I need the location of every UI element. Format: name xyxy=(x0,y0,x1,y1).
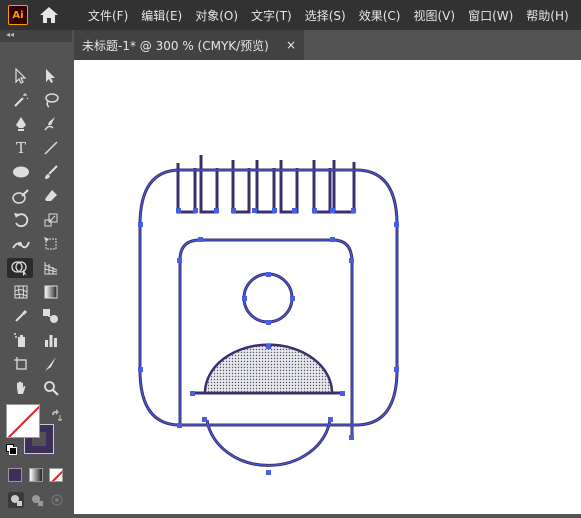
menu-effect[interactable]: 效果(C) xyxy=(359,7,401,24)
document-tab-bar: 未标题-1* @ 300 % (CMYK/预览) × xyxy=(74,30,581,60)
menu-view[interactable]: 视图(V) xyxy=(413,7,455,24)
gradient-tool-icon[interactable] xyxy=(38,282,64,302)
hand-tool-icon[interactable] xyxy=(8,378,34,398)
bottom-arc-path[interactable] xyxy=(205,419,332,467)
eraser-tool-icon[interactable] xyxy=(38,186,64,206)
slice-tool-icon[interactable] xyxy=(38,354,64,374)
width-tool-icon[interactable] xyxy=(8,234,34,254)
artwork[interactable] xyxy=(74,60,581,514)
shoulders-shape[interactable] xyxy=(203,343,334,395)
rotate-tool-icon[interactable] xyxy=(8,210,34,230)
comb-teeth-path[interactable] xyxy=(176,155,356,214)
app-logo: Ai xyxy=(8,5,28,25)
perspective-grid-tool-icon[interactable] xyxy=(38,258,64,278)
artboard-tool-icon[interactable] xyxy=(8,354,34,374)
menu-help[interactable]: 帮助(H) xyxy=(526,7,568,24)
selection-tool-icon[interactable] xyxy=(8,66,34,86)
home-icon[interactable] xyxy=(38,5,60,25)
fill-stroke-controls xyxy=(0,404,72,514)
magic-wand-tool-icon[interactable] xyxy=(8,90,34,110)
document-tab-title: 未标题-1* @ 300 % (CMYK/预览) xyxy=(82,38,269,53)
anchor-points xyxy=(138,208,399,475)
menu-file[interactable]: 文件(F) xyxy=(88,7,128,24)
pen-tool-icon[interactable] xyxy=(8,114,34,134)
symbol-sprayer-tool-icon[interactable] xyxy=(8,330,34,350)
shape-builder-tool-icon[interactable] xyxy=(7,258,33,278)
scale-tool-icon[interactable] xyxy=(38,210,64,230)
menu-object[interactable]: 对象(O) xyxy=(195,7,238,24)
tools-panel: ◂◂ T xyxy=(0,30,72,514)
zoom-tool-icon[interactable] xyxy=(38,378,64,398)
menu-bar: Ai 文件(F) 编辑(E) 对象(O) 文字(T) 选择(S) 效果(C) 视… xyxy=(0,0,581,30)
fill-swatch[interactable] xyxy=(6,404,40,438)
menu-edit[interactable]: 编辑(E) xyxy=(141,7,182,24)
menu-type[interactable]: 文字(T) xyxy=(251,7,292,24)
mesh-tool-icon[interactable] xyxy=(8,282,34,302)
draw-behind-icon[interactable] xyxy=(29,492,45,508)
paintbrush-tool-icon[interactable] xyxy=(38,162,64,182)
swap-fill-stroke-icon[interactable] xyxy=(50,406,63,425)
curvature-tool-icon[interactable] xyxy=(38,114,64,134)
color-mode-button[interactable] xyxy=(8,468,22,482)
draw-normal-icon[interactable] xyxy=(8,492,24,508)
gradient-mode-button[interactable] xyxy=(29,468,43,482)
type-tool-icon[interactable]: T xyxy=(8,138,34,158)
blend-tool-icon[interactable] xyxy=(38,306,64,326)
column-graph-tool-icon[interactable] xyxy=(38,330,64,350)
close-tab-icon[interactable]: × xyxy=(286,38,296,52)
lasso-tool-icon[interactable] xyxy=(38,90,64,110)
none-mode-button[interactable] xyxy=(49,468,63,482)
direct-selection-tool-icon[interactable] xyxy=(38,66,64,86)
draw-inside-icon[interactable] xyxy=(49,492,65,508)
artboard-canvas[interactable] xyxy=(74,60,581,514)
document-tab[interactable]: 未标题-1* @ 300 % (CMYK/预览) × xyxy=(74,30,304,60)
inner-frame-path[interactable] xyxy=(178,238,354,440)
ellipse-tool-icon[interactable] xyxy=(8,162,34,182)
eyedropper-tool-icon[interactable] xyxy=(8,306,34,326)
line-segment-tool-icon[interactable] xyxy=(38,138,64,158)
menu-select[interactable]: 选择(S) xyxy=(305,7,346,24)
shaper-tool-icon[interactable] xyxy=(8,186,34,206)
default-colors-icon[interactable] xyxy=(6,444,17,455)
tools-panel-header[interactable]: ◂◂ xyxy=(0,30,72,42)
free-transform-tool-icon[interactable] xyxy=(38,234,64,254)
menu-window[interactable]: 窗口(W) xyxy=(468,7,513,24)
collapse-icon[interactable]: ◂◂ xyxy=(6,30,14,39)
main-menu: 文件(F) 编辑(E) 对象(O) 文字(T) 选择(S) 效果(C) 视图(V… xyxy=(88,0,581,30)
